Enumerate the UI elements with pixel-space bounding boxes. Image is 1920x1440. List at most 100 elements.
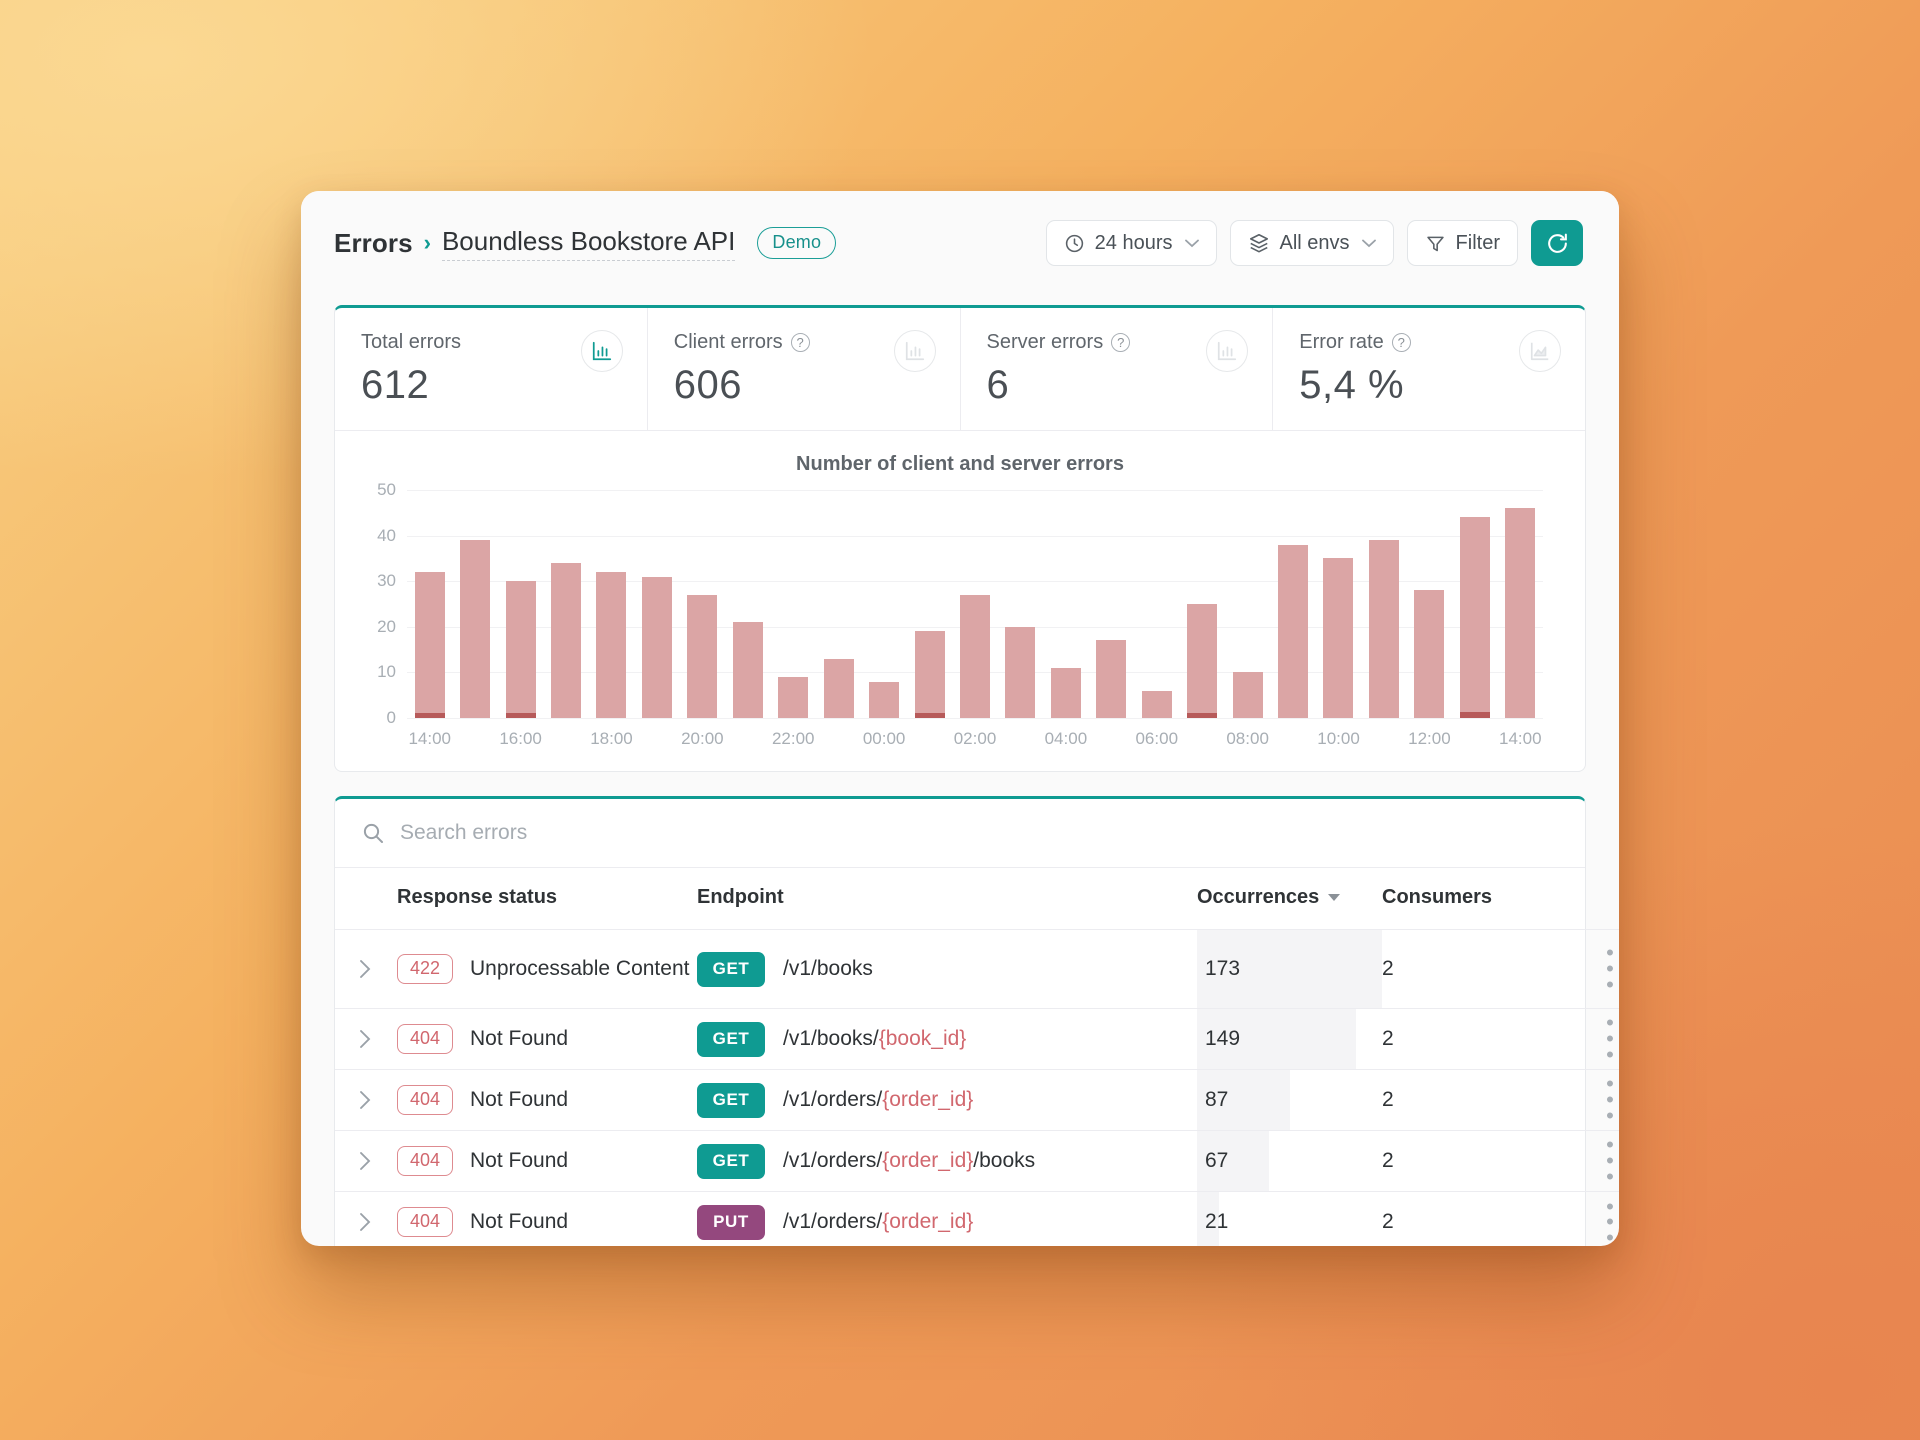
chart-bar-slot[interactable] <box>634 490 679 718</box>
expand-row-cell[interactable] <box>335 1192 397 1247</box>
expand-row-cell[interactable] <box>335 930 397 1009</box>
chart-bar-slot[interactable] <box>1361 490 1406 718</box>
chart-bar[interactable] <box>1005 626 1036 718</box>
chart-bar-slot[interactable] <box>1407 490 1452 718</box>
chart-bar-slot[interactable] <box>452 490 497 718</box>
column-header-consumers[interactable]: Consumers <box>1382 868 1567 930</box>
column-header-occurrences[interactable]: Occurrences <box>1197 868 1382 930</box>
row-actions-cell[interactable]: • • • <box>1567 930 1619 1009</box>
more-options-icon[interactable]: • • • <box>1567 1073 1619 1126</box>
chart-bar[interactable] <box>414 572 445 718</box>
chart-bar-slot[interactable] <box>1270 490 1315 718</box>
chart-bar-slot[interactable] <box>725 490 770 718</box>
table-row[interactable]: 404 Not Found GET/v1/orders/{order_id} 87 2 •… <box>335 1069 1619 1131</box>
chart-bar[interactable] <box>1050 667 1081 718</box>
help-icon[interactable]: ? <box>1111 333 1131 352</box>
row-actions-cell[interactable]: • • • <box>1567 1070 1619 1131</box>
more-options-icon[interactable]: • • • <box>1567 1134 1619 1187</box>
chart-bar[interactable] <box>959 594 990 718</box>
breadcrumb-root[interactable]: Errors <box>334 228 413 259</box>
chart-bar[interactable] <box>1232 672 1263 718</box>
table-row[interactable]: 404 Not Found GET/v1/books/{book_id} 149 2 • •… <box>335 1008 1619 1070</box>
chart-bar-slot[interactable] <box>589 490 634 718</box>
chart-bar[interactable] <box>551 562 582 718</box>
chart-bar-slot[interactable] <box>771 490 816 718</box>
chart-bar-slot[interactable] <box>861 490 906 718</box>
chart-bar[interactable] <box>641 576 672 718</box>
expand-row-cell[interactable] <box>335 1009 397 1070</box>
chart-bar-slot[interactable] <box>816 490 861 718</box>
chart-bar[interactable] <box>1141 690 1172 718</box>
more-options-icon[interactable]: • • • <box>1567 1012 1619 1065</box>
column-header-endpoint[interactable]: Endpoint <box>697 868 1197 930</box>
expand-row-cell[interactable] <box>335 1131 397 1192</box>
chart-bar-slot[interactable] <box>498 490 543 718</box>
stat-error-rate[interactable]: Error rate ? 5,4 % <box>1273 308 1585 430</box>
chart-bar[interactable] <box>505 581 536 718</box>
chart-bar[interactable] <box>914 631 945 718</box>
chart-bar[interactable] <box>1459 517 1490 718</box>
expand-row-cell[interactable] <box>335 1070 397 1131</box>
chart-bar-slot[interactable] <box>1452 490 1497 718</box>
bar-chart-icon[interactable] <box>1206 330 1249 372</box>
chart-bar[interactable] <box>1187 604 1218 718</box>
chart-bar-slot[interactable] <box>1043 490 1088 718</box>
chart-bar[interactable] <box>869 681 900 718</box>
chart-bar-slot[interactable] <box>1316 490 1361 718</box>
more-options-icon[interactable]: • • • <box>1567 1195 1619 1246</box>
stat-server-errors[interactable]: Server errors ? 6 <box>961 308 1274 430</box>
help-icon[interactable]: ? <box>790 333 810 352</box>
chart-bar[interactable] <box>1323 558 1354 718</box>
chart-bar[interactable] <box>778 676 809 718</box>
chevron-right-icon[interactable] <box>359 959 397 979</box>
table-row[interactable]: 404 Not Found GET/v1/orders/{order_id}/boo… <box>335 1130 1619 1192</box>
refresh-button[interactable] <box>1531 220 1583 266</box>
response-status-cell: 404 Not Found <box>397 1131 697 1192</box>
chart-bar-slot[interactable] <box>543 490 588 718</box>
chevron-right-icon[interactable] <box>359 1029 397 1049</box>
chart-bar[interactable] <box>596 572 627 718</box>
chart-bar-slot[interactable] <box>1225 490 1270 718</box>
row-actions-cell[interactable]: • • • <box>1567 1009 1619 1070</box>
table-row[interactable]: 404 Not Found PUT/v1/orders/{order_id} 21 2 •… <box>335 1191 1619 1247</box>
stat-total-errors[interactable]: Total errors 612 <box>335 308 648 430</box>
bar-chart-icon[interactable] <box>893 330 936 372</box>
stat-client-errors[interactable]: Client errors ? 606 <box>648 308 961 430</box>
time-range-selector[interactable]: 24 hours <box>1045 220 1217 266</box>
area-chart-icon[interactable] <box>1519 330 1561 372</box>
chart-bar-slot[interactable] <box>1179 490 1224 718</box>
search-bar[interactable] <box>335 799 1585 868</box>
chart-bar-slot[interactable] <box>998 490 1043 718</box>
chart-bar[interactable] <box>1414 590 1445 718</box>
environment-selector[interactable]: All envs <box>1229 220 1394 266</box>
breadcrumb-current[interactable]: Boundless Bookstore API <box>441 226 736 261</box>
row-actions-cell[interactable]: • • • <box>1567 1192 1619 1246</box>
chart-bar[interactable] <box>1096 640 1127 718</box>
table-row[interactable]: 422 Unprocessable Content GET/v1/books 173 2… <box>335 929 1619 1009</box>
chart-bar-slot[interactable] <box>952 490 997 718</box>
more-options-icon[interactable]: • • • <box>1567 942 1619 995</box>
help-icon[interactable]: ? <box>1391 333 1411 352</box>
chevron-right-icon[interactable] <box>359 1151 397 1171</box>
endpoint-path: /v1/books/{book_id} <box>783 1027 967 1050</box>
chevron-right-icon[interactable] <box>359 1212 397 1232</box>
chart-bar[interactable] <box>687 594 718 718</box>
row-actions-cell[interactable]: • • • <box>1567 1131 1619 1192</box>
chart-bar[interactable] <box>732 622 763 718</box>
chart-bar[interactable] <box>823 658 854 718</box>
chart-bar[interactable] <box>460 540 491 718</box>
chart-bar-slot[interactable] <box>907 490 952 718</box>
chart-bar[interactable] <box>1278 544 1309 718</box>
chart-bar-slot[interactable] <box>407 490 452 718</box>
chevron-right-icon[interactable] <box>359 1090 397 1110</box>
chart-bar-slot[interactable] <box>680 490 725 718</box>
filter-button[interactable]: Filter <box>1406 220 1518 266</box>
chart-bar-slot[interactable] <box>1089 490 1134 718</box>
bar-chart-icon[interactable] <box>580 330 623 372</box>
chart-bar[interactable] <box>1368 540 1399 718</box>
chart-bar-slot[interactable] <box>1134 490 1179 718</box>
chart-bar[interactable] <box>1505 508 1536 718</box>
search-input[interactable] <box>400 821 1559 845</box>
column-header-response-status[interactable]: Response status <box>397 868 697 930</box>
chart-bar-slot[interactable] <box>1498 490 1543 718</box>
